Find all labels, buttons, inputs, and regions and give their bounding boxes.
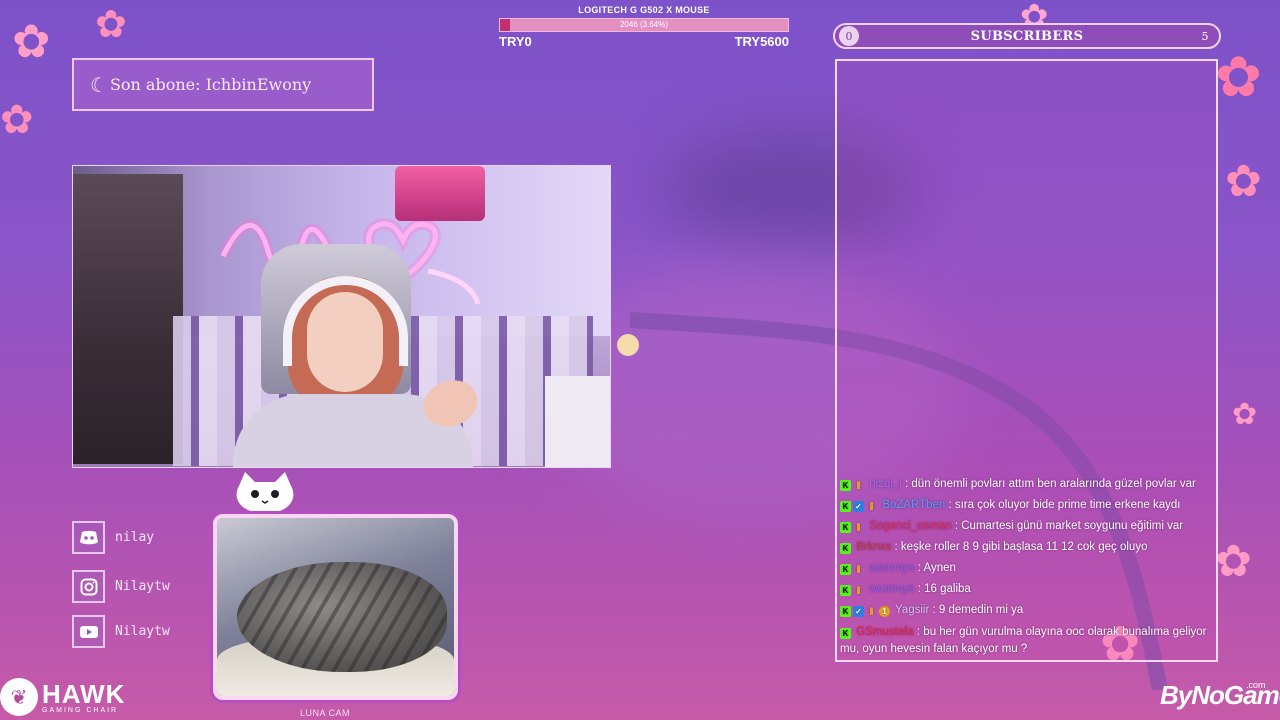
cat-face-icon <box>236 472 294 514</box>
social-discord-label: nilay <box>115 530 155 545</box>
subscriber-current-count: 0 <box>839 26 859 46</box>
chat-text: : 16 galiba <box>914 583 971 595</box>
goal-progress-text: 2046 (3.64%) <box>619 20 669 29</box>
kick-badge-icon: K <box>840 501 851 512</box>
goal-min-label: TRY0 <box>499 34 532 49</box>
bars-badge-icon: ⫼ <box>869 502 874 511</box>
last-subscriber-text: Son abone: IchbinEwony <box>109 75 312 94</box>
chat-username[interactable]: nizqi_i <box>866 478 902 490</box>
subscriber-goal-count: 5 <box>1201 29 1209 43</box>
chat-text: : 9 demedin mi ya <box>929 604 1024 616</box>
chat-message: K ⫼ nizqi_i : dün önemli povları attım be… <box>840 474 1215 495</box>
discord-icon <box>72 521 105 554</box>
webcam-lamp <box>395 166 485 221</box>
crescent-moon-icon: ☾ <box>90 72 108 97</box>
social-youtube[interactable]: Nilaytw <box>72 615 202 648</box>
kick-badge-icon: K <box>840 628 851 639</box>
chat-username[interactable]: GSmustafa <box>853 626 914 638</box>
goal-title: LOGITECH G G502 X MOUSE <box>578 5 710 15</box>
hawk-subtitle: GAMING CHAIR <box>42 706 119 714</box>
bars-badge-icon: ⫼ <box>856 586 861 595</box>
chat-username[interactable]: wommys <box>866 583 914 595</box>
bars-badge-icon: ⫼ <box>869 607 874 616</box>
bars-badge-icon: ⫼ <box>856 481 861 490</box>
chat-message: K ⫼ Soganci_osman : Cumartesi günü market… <box>840 516 1215 537</box>
kick-badge-icon: K <box>840 606 851 617</box>
headphones-icon <box>283 276 408 366</box>
chat-message: K ⫼ wommys : Aynen <box>840 558 1215 579</box>
chat-message: K ⫼ wommys : 16 galiba <box>840 579 1215 600</box>
bars-badge-icon: ⫼ <box>856 523 861 532</box>
hawk-feather-icon: ❦ <box>0 678 38 716</box>
verified-badge-icon: ✓ <box>853 606 864 617</box>
chat-username[interactable]: BoZARTben <box>879 499 945 511</box>
hawk-sponsor-logo: ❦ HAWK GAMING CHAIR <box>0 678 125 716</box>
instagram-icon <box>72 570 105 603</box>
chat-username[interactable]: wommys <box>866 562 914 574</box>
webcam-shelf <box>73 174 183 464</box>
kick-badge-icon: K <box>840 480 851 491</box>
chat-message: K ✓ ⫼ BoZARTben : sıra çok oluyor bide pri… <box>840 495 1215 516</box>
gift-badge-icon: 1 <box>879 606 890 617</box>
youtube-icon <box>72 615 105 648</box>
social-instagram[interactable]: Nilaytw <box>72 570 202 603</box>
cherry-blossom-decoration: ✿ <box>1215 536 1252 587</box>
social-instagram-label: Nilaytw <box>115 579 170 594</box>
chat-message: K ✓ ⫼ 1 Yagsiir : 9 demedin mi ya <box>840 600 1215 621</box>
chat-text: : dün önemli povları attım ben aralarınd… <box>901 478 1196 490</box>
hawk-name: HAWK <box>42 678 126 709</box>
subscriber-goal-title: SUBSCRIBERS <box>970 28 1084 44</box>
goal-max-label: TRY5600 <box>734 34 789 49</box>
bynogame-domain: .com <box>1246 680 1266 690</box>
kick-badge-icon: K <box>840 585 851 596</box>
last-subscriber-panel: ☾ Son abone: IchbinEwony <box>72 58 374 111</box>
subscriber-goal: 0 SUBSCRIBERS 5 <box>833 23 1221 49</box>
kick-badge-icon: K <box>840 543 851 554</box>
webcam-feed <box>72 165 611 468</box>
cherry-blossom-decoration: ✿ <box>0 97 34 143</box>
luna-cam-caption: LUNA CAM <box>300 708 351 718</box>
cherry-blossom-decoration: ✿ <box>1215 45 1262 110</box>
bars-badge-icon: ⫼ <box>856 565 861 574</box>
cherry-blossom-decoration: ✿ <box>1232 397 1258 432</box>
chat-text: : keşke roller 8 9 gibi başlasa 11 12 co… <box>891 541 1148 553</box>
kick-badge-icon: K <box>840 522 851 533</box>
chat-text: : Aynen <box>914 562 956 574</box>
donation-goal: LOGITECH G G502 X MOUSE 2046 (3.64%) TRY… <box>499 5 789 49</box>
goal-progress-bar: 2046 (3.64%) <box>499 18 789 32</box>
luna-cam-feed <box>213 514 458 700</box>
chat-username[interactable]: Brknxs <box>853 541 891 553</box>
webcam-streamer <box>223 276 485 467</box>
social-youtube-label: Nilaytw <box>115 624 170 639</box>
chat-message: K Brknxs : keşke roller 8 9 gibi başlasa… <box>840 537 1215 558</box>
chat-username[interactable]: Soganci_osman <box>866 520 951 532</box>
cherry-blossom-decoration: ✿ <box>1225 156 1262 207</box>
cherry-blossom-decoration: ✿ <box>12 14 51 68</box>
kick-badge-icon: K <box>840 564 851 575</box>
chat-username[interactable]: Yagsiir <box>892 604 929 616</box>
verified-badge-icon: ✓ <box>853 501 864 512</box>
chat-text: : sıra çok oluyor bide prime time erkene… <box>945 499 1181 511</box>
chat-message: K GSmustafa : bu her gün vurulma olayına… <box>840 624 1215 658</box>
cherry-blossom-decoration: ✿ <box>95 2 127 46</box>
chat-text: : Cumartesi günü market soygunu eğitimi … <box>951 520 1184 532</box>
webcam-nightstand <box>545 376 610 467</box>
social-discord[interactable]: nilay <box>72 521 202 554</box>
chat-messages: K ⫼ nizqi_i : dün önemli povları attım be… <box>840 474 1215 658</box>
